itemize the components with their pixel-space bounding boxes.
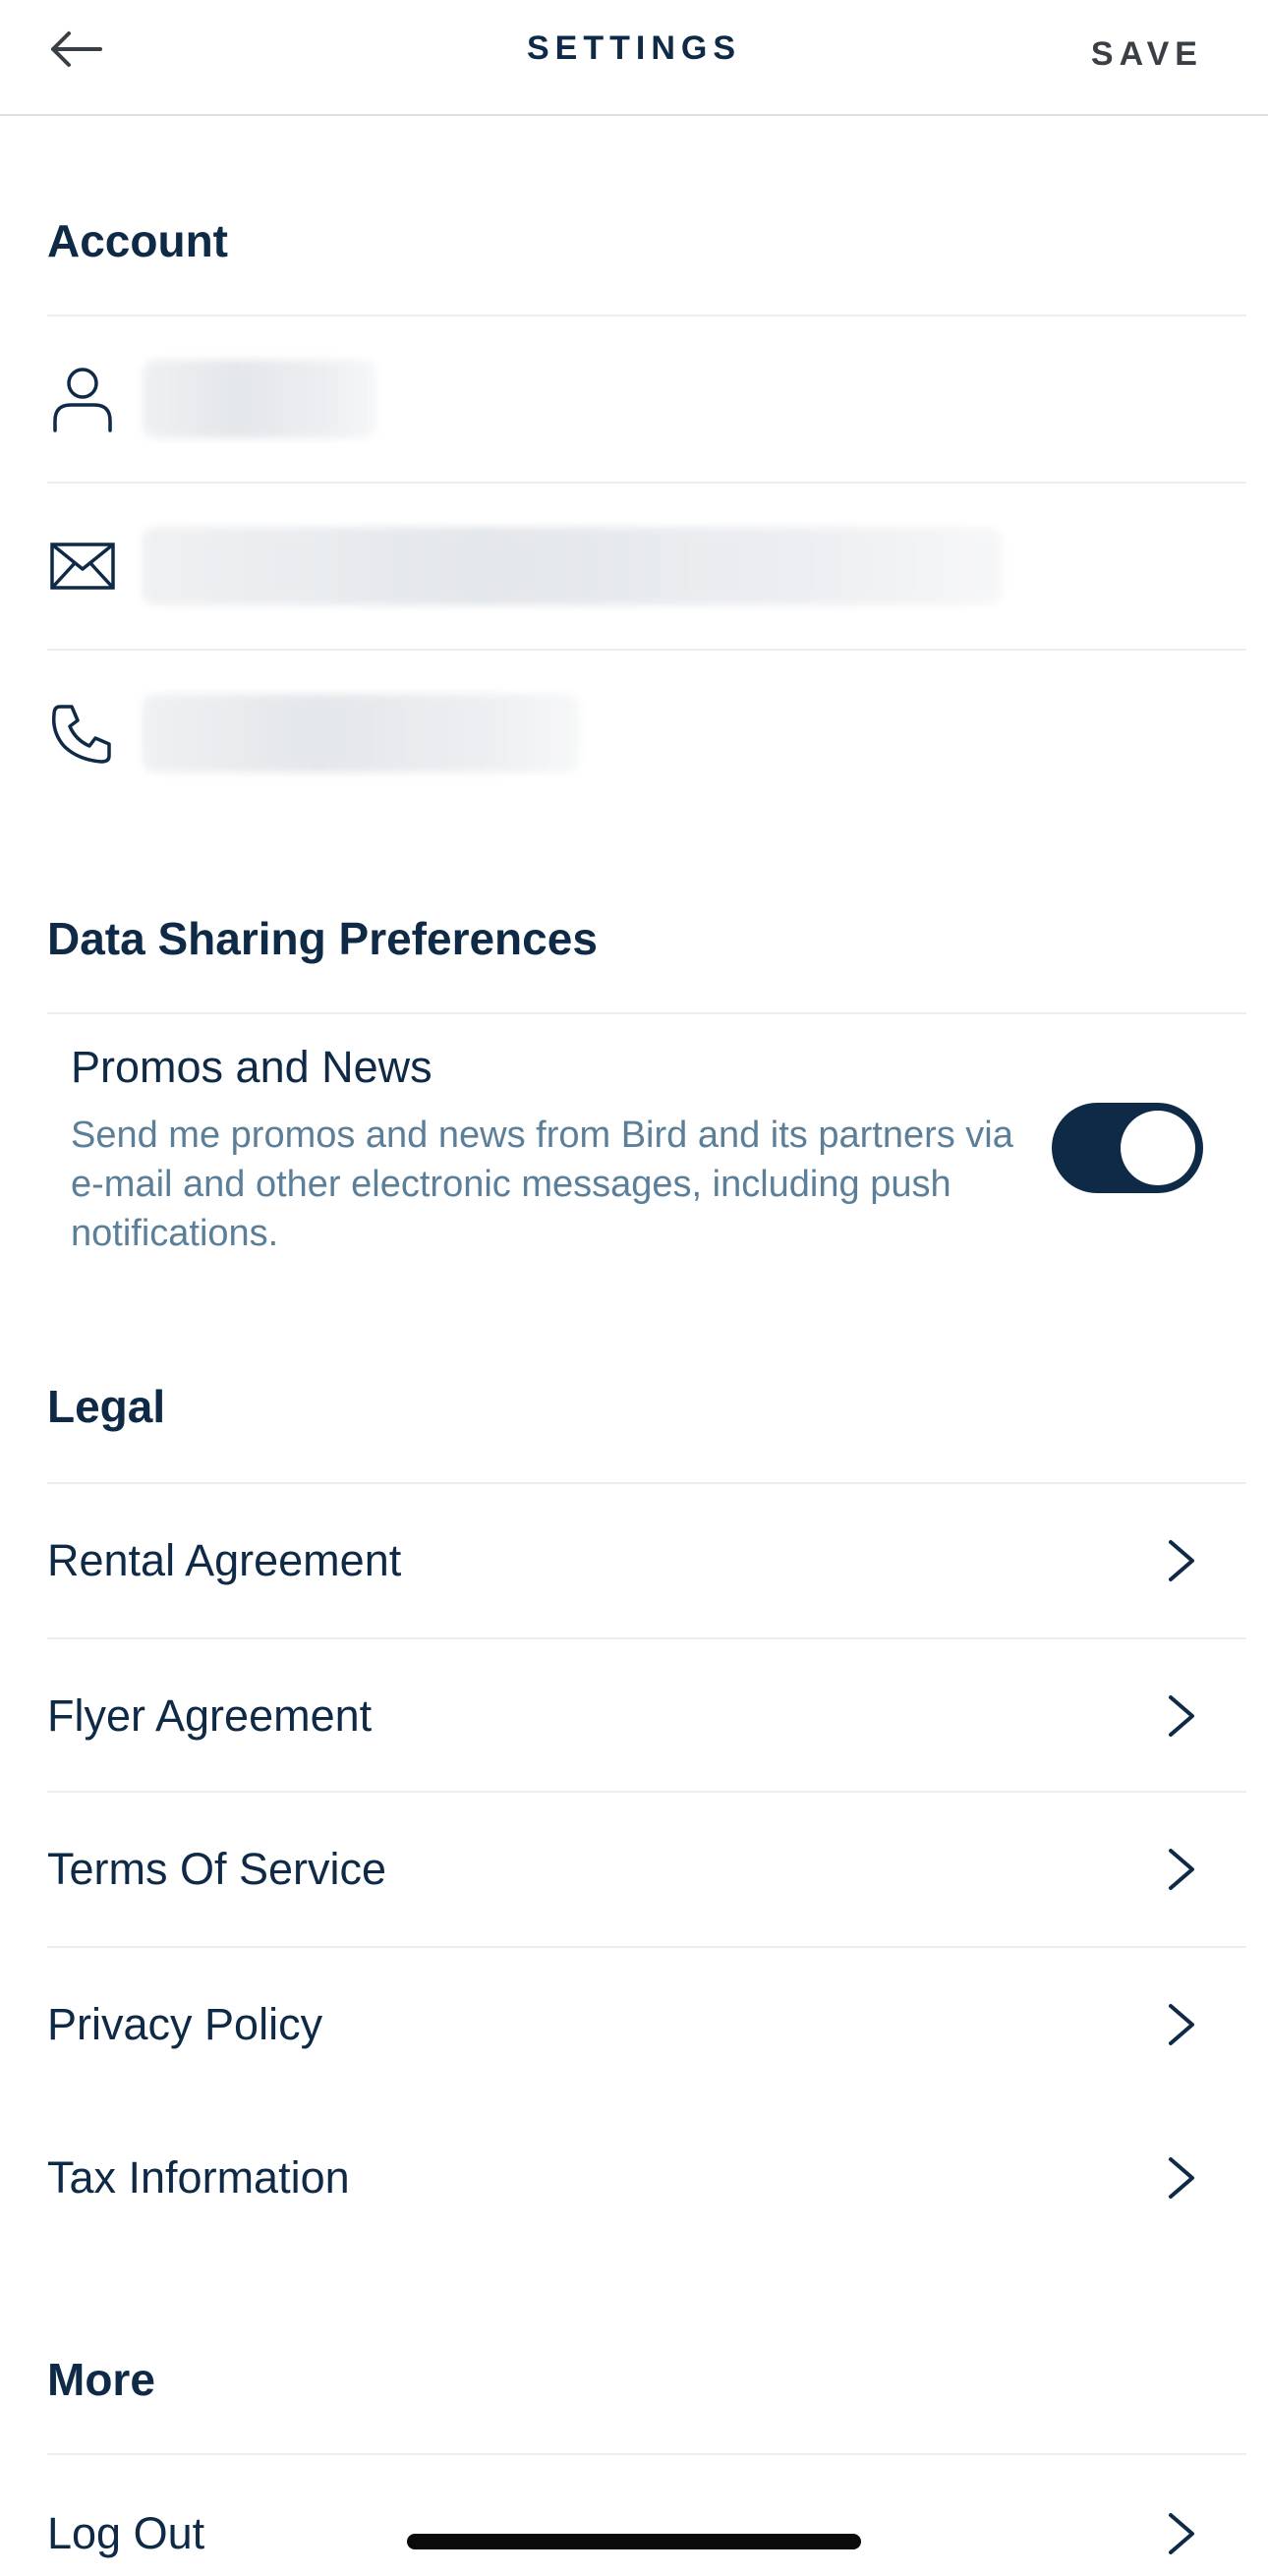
chevron-right-icon xyxy=(1152,1840,1211,1899)
section-header-data-sharing: Data Sharing Preferences xyxy=(47,913,598,964)
chevron-right-icon xyxy=(1152,2148,1211,2207)
chevron-right-icon xyxy=(1152,2504,1211,2563)
legal-item-label: Tax Information xyxy=(47,2152,350,2203)
section-header-more: More xyxy=(47,2354,155,2405)
legal-item-label: Rental Agreement xyxy=(47,1535,402,1585)
legal-item-label: Privacy Policy xyxy=(47,1999,323,2049)
save-button[interactable]: SAVE xyxy=(1091,35,1203,74)
promos-news-setting: Promos and News Send me promos and news … xyxy=(71,1042,1014,1258)
promos-toggle[interactable] xyxy=(1052,1103,1203,1193)
account-name-value xyxy=(142,360,377,438)
toggle-knob xyxy=(1121,1111,1195,1185)
account-name-row[interactable] xyxy=(47,316,1246,482)
legal-item-label: Flyer Agreement xyxy=(47,1690,373,1741)
section-header-legal: Legal xyxy=(47,1381,166,1432)
account-email-row[interactable] xyxy=(47,484,1246,649)
page-title: SETTINGS xyxy=(526,29,742,67)
chevron-right-icon xyxy=(1152,1531,1211,1590)
section-header-account: Account xyxy=(47,215,228,266)
legal-item-label: Terms Of Service xyxy=(47,1844,387,1894)
account-phone-row[interactable] xyxy=(47,651,1246,816)
home-indicator[interactable] xyxy=(407,2534,861,2549)
legal-item-flyer-agreement[interactable]: Flyer Agreement xyxy=(47,1639,1246,1793)
mail-icon xyxy=(47,531,118,601)
account-phone-value xyxy=(142,694,580,773)
phone-icon xyxy=(47,698,118,769)
more-item-log-out[interactable]: Log Out xyxy=(47,2455,1246,2576)
nav-bar: SETTINGS SAVE xyxy=(0,0,1268,116)
person-icon xyxy=(47,364,118,434)
chevron-right-icon xyxy=(1152,1995,1211,2054)
legal-item-terms-of-service[interactable]: Terms Of Service xyxy=(47,1793,1246,1946)
legal-item-privacy-policy[interactable]: Privacy Policy xyxy=(47,1948,1246,2101)
account-email-value xyxy=(142,527,1003,605)
promo-description: Send me promos and news from Bird and it… xyxy=(71,1115,1013,1254)
chevron-right-icon xyxy=(1152,1687,1211,1746)
promo-title: Promos and News xyxy=(71,1042,432,1092)
legal-item-tax-information[interactable]: Tax Information xyxy=(47,2101,1246,2255)
divider xyxy=(47,1012,1246,1014)
log-out-label: Log Out xyxy=(47,2508,205,2558)
legal-item-rental-agreement[interactable]: Rental Agreement xyxy=(47,1484,1246,1637)
